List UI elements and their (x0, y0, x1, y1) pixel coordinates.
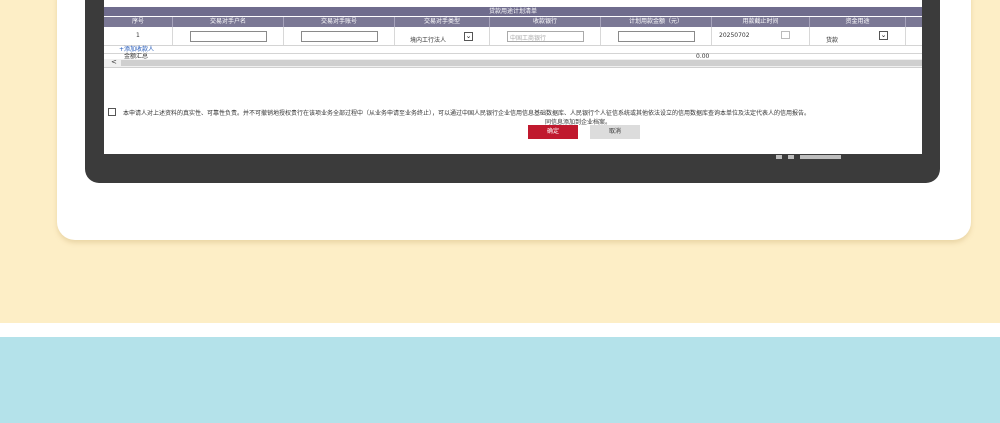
fund-use-value: 货款 (826, 37, 839, 44)
col-header-payee-account: 交易对手账号 (284, 17, 395, 27)
table-header: 序号 交易对手户名 交易对手账号 交易对手类型 收款银行 计划用款金额（元） 用… (104, 17, 922, 27)
tablet-indicator-bar (800, 155, 841, 159)
chevron-down-icon[interactable]: ⌄ (879, 31, 888, 40)
table-title: 贷款用途计划清单 (104, 7, 922, 16)
table-row: 1 境内工行法人 ⌄ 中国工商银行 20250702 货款 ⌄ (104, 27, 922, 46)
background-divider (0, 323, 1000, 337)
payee-name-input[interactable] (190, 31, 267, 42)
calendar-icon[interactable] (781, 31, 790, 39)
col-header-deadline: 用款截止时间 (712, 17, 810, 27)
deadline-value: 20250702 (719, 32, 750, 39)
col-header-index: 序号 (104, 17, 173, 27)
scroll-left-icon[interactable]: < (111, 58, 117, 66)
amount-input[interactable] (618, 31, 695, 42)
add-payee-row: +添加收款人 (104, 46, 922, 54)
fund-use-select[interactable]: 货款 ⌄ (810, 27, 906, 45)
payee-type-select[interactable]: 境内工行法人 ⌄ (395, 27, 490, 45)
col-header-payee-name: 交易对手户名 (173, 17, 284, 27)
form-screen: 贷款用途计划清单 序号 交易对手户名 交易对手账号 交易对手类型 收款银行 计划… (104, 0, 922, 154)
scrollbar-thumb[interactable] (121, 60, 922, 66)
horizontal-scrollbar[interactable]: < (104, 58, 922, 68)
col-header-payee-type: 交易对手类型 (395, 17, 490, 27)
cancel-button[interactable]: 取消 (590, 125, 640, 139)
background-bottom (0, 337, 1000, 423)
bank-placeholder: 中国工商银行 (510, 35, 547, 42)
confirm-button[interactable]: 确定 (528, 125, 578, 139)
col-header-amount: 计划用款金额（元） (601, 17, 712, 27)
tablet-indicator-dot (776, 155, 782, 159)
chevron-down-icon[interactable]: ⌄ (464, 32, 473, 41)
row-index: 1 (136, 32, 140, 39)
declaration-text: 本申请人对上述资料的真实性、可靠性负责。并不可撤销地授权贵行在该项业务全部过程中… (123, 110, 811, 117)
tablet-indicator-dot (788, 155, 794, 159)
payee-type-value: 境内工行法人 (410, 37, 447, 44)
declaration-checkbox[interactable] (108, 108, 116, 116)
bank-input[interactable]: 中国工商银行 (507, 31, 584, 42)
payee-account-input[interactable] (301, 31, 378, 42)
col-header-bank: 收款银行 (490, 17, 601, 27)
col-header-fund-use: 资金用途 (810, 17, 906, 27)
